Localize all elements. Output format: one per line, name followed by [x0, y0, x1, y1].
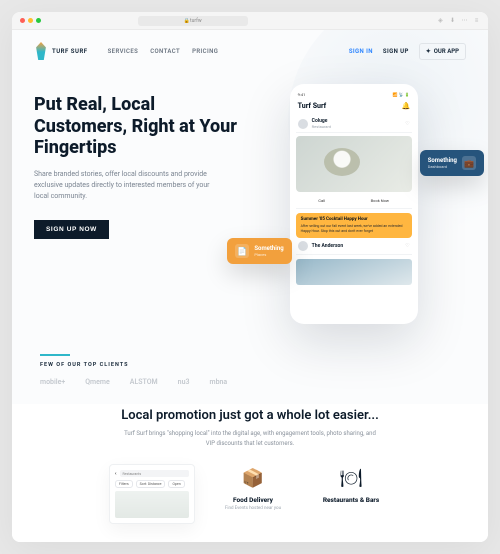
section2-title: Local promotion just got a whole lot eas… [34, 408, 466, 423]
our-app-button[interactable]: ✦ OUR APP [419, 43, 466, 60]
map-search-input[interactable]: Restaurants [120, 470, 189, 477]
feature-title: Food Delivery [233, 496, 273, 504]
minimize-window-icon[interactable] [28, 18, 33, 23]
brand-name: TURF SURF [52, 48, 88, 55]
search-term: Restaurants [123, 472, 142, 476]
float-orange-sub: Places [254, 252, 283, 257]
sign-up-now-button[interactable]: SIGN UP NOW [34, 220, 109, 239]
site-header: TURF SURF SERVICES CONTACT PRICING SIGN … [12, 30, 488, 66]
app-title: Turf Surf [298, 102, 327, 110]
book-tab[interactable]: Book Now [371, 198, 389, 203]
phone-mockup: 9:41 📶 📡 🔋 Turf Surf Coluge Restaurant [290, 84, 418, 324]
venue-category: Restaurant [312, 124, 331, 129]
dashboard-floating-card[interactable]: Something Dashboard 💼 [420, 150, 484, 176]
filters-chip[interactable]: Filters [115, 480, 133, 488]
close-window-icon[interactable] [20, 18, 25, 23]
browser-chrome: 🔒 turfw ◈ ⬇ ⋯ ≡ [12, 12, 488, 30]
surfboard-icon [34, 42, 48, 60]
hero-title: Put Real, Local Customers, Right at Your… [34, 94, 241, 159]
venue-photo [296, 136, 412, 192]
bell-icon[interactable] [402, 102, 410, 110]
action-tabs: Call Book Now [296, 195, 412, 209]
client-logo: mbna [209, 378, 227, 386]
feature-row: ‹ Restaurants Filters Sort: Distance Ope… [34, 464, 466, 524]
venue-name: The Anderson [312, 243, 343, 249]
brand-logo[interactable]: TURF SURF [34, 42, 88, 60]
map-preview-card[interactable]: ‹ Restaurants Filters Sort: Distance Ope… [109, 464, 195, 524]
hero-mockup: 9:41 📶 📡 🔋 Turf Surf Coluge Restaurant [241, 84, 466, 324]
places-floating-card[interactable]: 📄 Something Places [227, 238, 291, 264]
window-controls[interactable] [20, 18, 41, 23]
sign-in-link[interactable]: SIGN IN [349, 48, 373, 55]
briefcase-icon: 💼 [462, 156, 476, 170]
float-blue-sub: Dashboard [428, 164, 457, 169]
food-delivery-icon: 📦 [239, 464, 267, 492]
extension-icon[interactable]: ⋯ [461, 17, 468, 24]
venue-avatar [298, 241, 308, 251]
sort-chip[interactable]: Sort: Distance [136, 480, 166, 488]
nav-contact[interactable]: CONTACT [150, 48, 180, 55]
feature-title: Restaurants & Bars [323, 496, 379, 504]
venue-avatar [298, 119, 308, 129]
client-logos: mobile+ Qmeme ALSTOM nu3 mbna [40, 378, 460, 386]
note-icon: 📄 [235, 244, 249, 258]
feature-food-delivery: 📦 Food Delivery Find Events hosted near … [213, 464, 293, 511]
secondary-photo [296, 259, 412, 285]
nav-pricing[interactable]: PRICING [192, 48, 218, 55]
client-logo: Qmeme [85, 378, 110, 386]
float-orange-label: Something [254, 245, 283, 252]
browser-window: 🔒 turfw ◈ ⬇ ⋯ ≡ TURF SURF SERVICES CONTA… [12, 12, 488, 542]
hero-section: Put Real, Local Customers, Right at Your… [12, 66, 488, 350]
auth-controls: SIGN IN SIGN UP ✦ OUR APP [349, 43, 466, 60]
download-icon[interactable]: ⬇ [449, 17, 456, 24]
promo-card[interactable]: Summer '05 Cocktail Happy Hour After sel… [296, 213, 412, 238]
phone-status-icons: 📶 📡 🔋 [393, 92, 410, 97]
page-body: TURF SURF SERVICES CONTACT PRICING SIGN … [12, 30, 488, 542]
url-text: turfw [190, 18, 202, 24]
feature-desc: Find Events hosted near you [225, 506, 281, 511]
venue-list-item[interactable]: The Anderson ♡ [296, 238, 412, 255]
sign-up-link[interactable]: SIGN UP [383, 48, 409, 55]
client-logo: mobile+ [40, 378, 65, 386]
client-logo: ALSTOM [130, 378, 158, 386]
map-canvas[interactable] [115, 491, 189, 518]
open-chip[interactable]: Open [168, 480, 184, 488]
phone-status-bar: 9:41 📶 📡 🔋 [296, 92, 412, 100]
restaurants-icon: 🍽 [337, 464, 365, 492]
clients-label: FEW OF OUR TOP CLIENTS [40, 362, 460, 368]
heart-icon[interactable]: ♡ [405, 243, 409, 249]
url-bar[interactable]: 🔒 turfw [138, 16, 248, 26]
promo-body: After selling out our fall event last we… [301, 224, 407, 234]
clients-section: FEW OF OUR TOP CLIENTS mobile+ Qmeme ALS… [12, 350, 488, 404]
client-logo: nu3 [178, 378, 190, 386]
our-app-label: OUR APP [434, 48, 459, 55]
phone-time: 9:41 [298, 92, 306, 97]
sparkle-icon: ✦ [426, 48, 431, 55]
hero-subtitle: Share branded stories, offer local disco… [34, 169, 224, 203]
menu-icon[interactable]: ≡ [473, 17, 480, 24]
primary-nav: SERVICES CONTACT PRICING [108, 48, 219, 55]
venue-list-item[interactable]: Coluge Restaurant ♡ [296, 115, 412, 133]
shield-icon[interactable]: ◈ [437, 17, 444, 24]
accent-bar [40, 354, 70, 356]
section2-subtitle: Turf Surf brings "shopping local" into t… [120, 429, 380, 448]
maximize-window-icon[interactable] [36, 18, 41, 23]
promotion-section: Local promotion just got a whole lot eas… [12, 404, 488, 542]
promo-title: Summer '05 Cocktail Happy Hour [301, 217, 407, 222]
back-arrow-icon[interactable]: ‹ [115, 471, 117, 477]
nav-services[interactable]: SERVICES [108, 48, 139, 55]
call-tab[interactable]: Call [318, 198, 325, 203]
heart-icon[interactable]: ♡ [405, 121, 409, 127]
float-blue-label: Something [428, 157, 457, 164]
